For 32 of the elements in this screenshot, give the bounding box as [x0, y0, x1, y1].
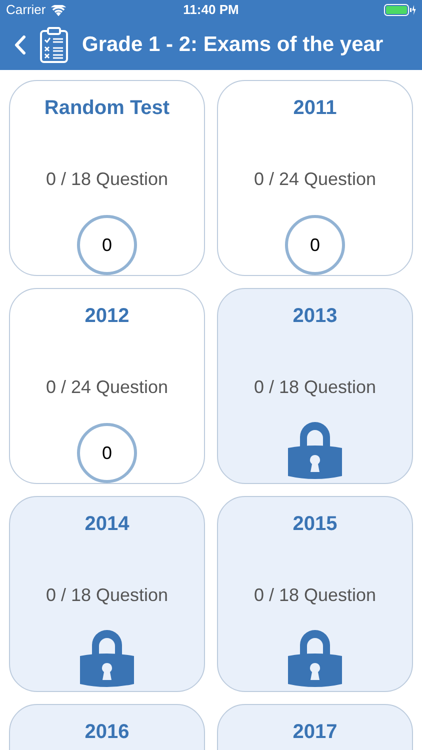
question-count: 0 / 18 Question — [254, 376, 376, 399]
card-title: Random Test — [44, 96, 170, 121]
card-title: 2016 — [84, 720, 130, 745]
question-count: 0 / 24 Question — [46, 376, 168, 399]
lock-icon — [286, 627, 344, 689]
exam-card[interactable]: 2016 — [9, 704, 205, 750]
exam-card[interactable]: 2017 — [217, 704, 413, 750]
carrier-label: Carrier — [6, 1, 46, 20]
screen-title: Grade 1 - 2: Exams of the year — [82, 32, 384, 58]
exam-card[interactable]: 2015 0 / 18 Question — [217, 496, 413, 692]
question-count: 0 / 18 Question — [254, 584, 376, 607]
question-count: 0 / 18 Question — [46, 168, 168, 191]
exam-card[interactable]: 2014 0 / 18 Question — [9, 496, 205, 692]
card-title: 2017 — [292, 720, 338, 745]
exam-card[interactable]: 2013 0 / 18 Question — [217, 288, 413, 484]
card-title: 2013 — [292, 304, 338, 329]
card-title: 2012 — [84, 304, 130, 329]
back-icon[interactable] — [14, 35, 26, 55]
battery-icon — [384, 4, 416, 16]
exam-card[interactable]: Random Test 0 / 18 Question 0 — [9, 80, 205, 276]
question-count: 0 / 18 Question — [46, 584, 168, 607]
question-count: 0 / 24 Question — [254, 168, 376, 191]
exam-card[interactable]: 2012 0 / 24 Question 0 — [9, 288, 205, 484]
lock-icon — [78, 627, 136, 689]
clipboard-checklist-icon — [40, 27, 68, 63]
lock-icon — [286, 419, 344, 481]
exam-card[interactable]: 2011 0 / 24 Question 0 — [217, 80, 413, 276]
wifi-icon — [50, 4, 66, 16]
clock-time: 11:40 PM — [183, 1, 239, 20]
card-title: 2011 — [293, 96, 337, 121]
card-title: 2015 — [292, 512, 338, 537]
card-title: 2014 — [84, 512, 130, 537]
